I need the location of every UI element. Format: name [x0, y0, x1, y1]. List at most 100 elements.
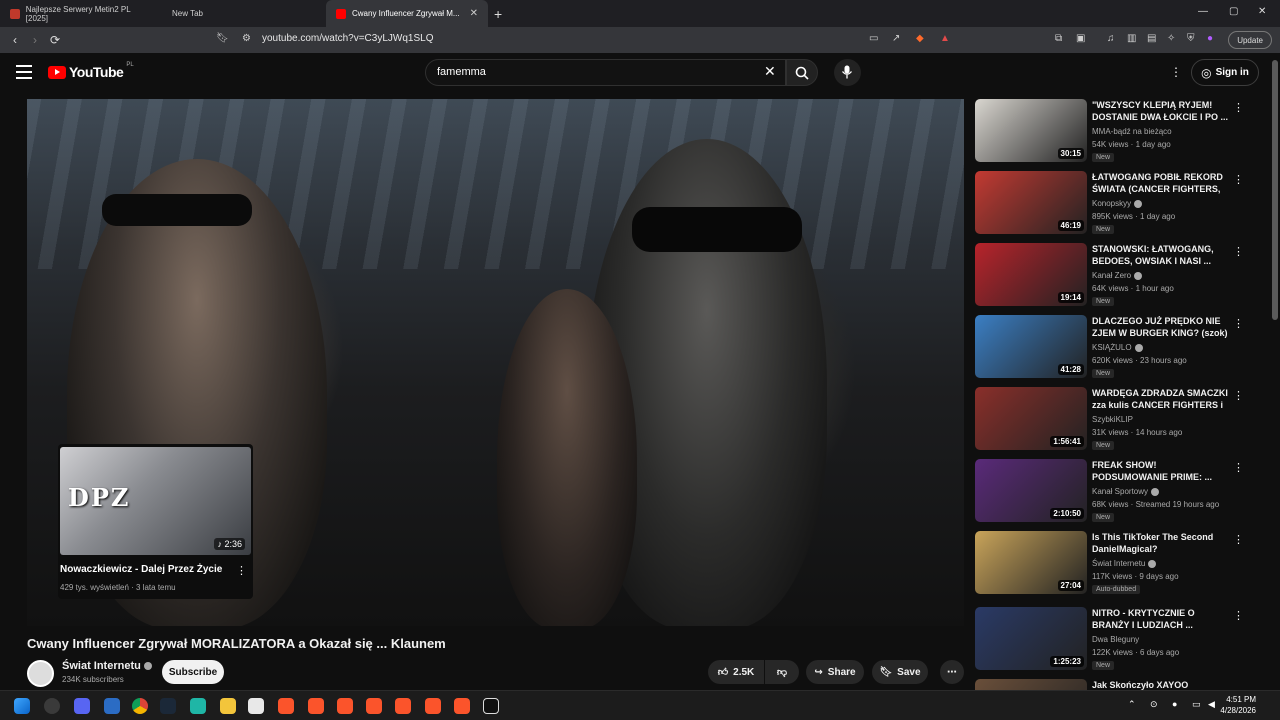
maximize-window-icon[interactable]: ▢	[1229, 6, 1238, 17]
recommended-video-card[interactable]: 30:15 "WSZYSCY KLEPIĄ RYJEM! DOSTANIE DWA…	[975, 99, 1244, 167]
recommended-video-thumbnail[interactable]: 1:25:23	[975, 607, 1087, 670]
recommended-video-thumbnail[interactable]	[975, 679, 1087, 690]
subscribe-button[interactable]: Subscribe	[162, 660, 224, 684]
recommended-video-thumbnail[interactable]: 41:28	[975, 315, 1087, 378]
brave-browser-icon[interactable]	[366, 698, 382, 714]
brave-browser-icon[interactable]	[308, 698, 324, 714]
cast-icon[interactable]: ▭	[869, 33, 878, 44]
steam-icon[interactable]	[160, 698, 176, 714]
reader-mode-icon[interactable]: ▣	[1076, 33, 1085, 44]
reload-icon[interactable]: ⟳	[45, 33, 65, 47]
bookmark-icon[interactable]: 🔖︎	[216, 33, 229, 44]
battery-icon[interactable]: ▭	[1192, 699, 1201, 710]
save-button[interactable]: 🔖︎ Save	[872, 660, 928, 684]
launcher-icon[interactable]	[190, 698, 206, 714]
teamspeak-icon[interactable]	[104, 698, 120, 714]
update-button[interactable]: Update	[1228, 31, 1272, 49]
volume-icon[interactable]: ◀︎	[1208, 699, 1215, 710]
video-kebab-icon[interactable]: ⋮	[1233, 101, 1244, 114]
brave-browser-icon[interactable]	[395, 698, 411, 714]
brave-browser-icon[interactable]	[278, 698, 294, 714]
sidebar-icon[interactable]: ▥	[1127, 33, 1136, 44]
vpn-icon[interactable]: ⛨	[1187, 33, 1195, 44]
dislike-button[interactable]: 👎︎	[765, 660, 799, 684]
back-icon[interactable]: ‹	[5, 33, 25, 47]
taskbar-clock[interactable]: 4:51 PM 4/28/2026	[1220, 694, 1256, 716]
sign-in-button[interactable]: ◎ Sign in	[1191, 59, 1259, 86]
video-kebab-icon[interactable]: ⋮	[1233, 461, 1244, 474]
brave-browser-icon[interactable]	[454, 698, 470, 714]
chrome-icon[interactable]	[132, 698, 148, 714]
end-card-kebab-icon[interactable]: ⋮	[236, 564, 247, 577]
brave-browser-icon[interactable]	[425, 698, 441, 714]
tab-youtube[interactable]: Cwany Influencer Zgrywał M... ✕	[326, 0, 488, 27]
file-explorer-icon[interactable]	[220, 698, 236, 714]
recommended-video-card[interactable]: 27:04 Is This TikToker The Second DanielM…	[975, 531, 1244, 599]
url-field[interactable]: youtube.com/watch?v=C3yLJWq1SLQ	[262, 33, 433, 44]
microphone-tray-icon[interactable]: ●	[1172, 699, 1177, 709]
voice-search-button[interactable]	[834, 59, 861, 86]
recommended-video-thumbnail[interactable]: 19:14	[975, 243, 1087, 306]
recommended-video-thumbnail[interactable]: 2:10:50	[975, 459, 1087, 522]
extensions-icon[interactable]: ⧉	[1055, 33, 1062, 44]
recommended-video-title[interactable]: "WSZYSCY KLEPIĄ RYJEM! DOSTANIE DWA ŁOKC…	[1092, 99, 1230, 123]
channel-name[interactable]: Świat Internetu	[62, 660, 152, 672]
media-icon[interactable]: ♫	[1107, 33, 1115, 44]
tray-chevron-icon[interactable]: ⌃	[1128, 699, 1136, 710]
recommended-channel-name[interactable]: MMA-bądź na bieżąco	[1092, 127, 1172, 136]
recommended-video-title[interactable]: ŁATWOGANG POBIŁ REKORD ŚWIATA (CANCER FI…	[1092, 171, 1230, 195]
recommended-video-thumbnail[interactable]: 30:15	[975, 99, 1087, 162]
site-info-icon[interactable]: ⚙︎	[242, 33, 251, 44]
video-kebab-icon[interactable]: ⋮	[1233, 173, 1244, 186]
recommended-channel-name[interactable]: KSIĄŻULO	[1092, 343, 1143, 352]
close-window-icon[interactable]: ✕	[1258, 6, 1266, 17]
recommended-video-thumbnail[interactable]: 1:56:41	[975, 387, 1087, 450]
recommended-video-card[interactable]: 46:19 ŁATWOGANG POBIŁ REKORD ŚWIATA (CANC…	[975, 171, 1244, 239]
recommended-channel-name[interactable]: Dwa Bleguny	[1092, 635, 1139, 644]
search-button[interactable]	[786, 59, 818, 86]
share-button[interactable]: ↪ Share	[806, 660, 864, 684]
wallet-icon[interactable]: ▤	[1147, 33, 1156, 44]
recommended-channel-name[interactable]: Świat Internetu	[1092, 559, 1157, 568]
network-icon[interactable]: ⊙	[1150, 699, 1158, 710]
clear-search-icon[interactable]: ✕	[764, 63, 776, 80]
recommended-video-title[interactable]: FREAK SHOW! PODSUMOWANIE PRIME: ...	[1092, 459, 1230, 483]
recommended-video-thumbnail[interactable]: 46:19	[975, 171, 1087, 234]
youtube-logo[interactable]: YouTube PL	[48, 62, 134, 80]
close-tab-icon[interactable]: ✕	[470, 8, 478, 19]
profile-icon[interactable]: ●	[1207, 33, 1213, 44]
video-player[interactable]: DPZ ♪ 2:36 Nowaczkiewicz - Dalej Przez Ż…	[27, 99, 964, 626]
share-page-icon[interactable]: ↗	[892, 33, 900, 44]
recommended-video-card[interactable]: Jak Skończyło XAYOO	[975, 679, 1235, 690]
video-kebab-icon[interactable]: ⋮	[1233, 533, 1244, 546]
recommended-video-title[interactable]: WARDĘGA ZDRADZA SMACZKI zza kulis CANCER…	[1092, 387, 1230, 411]
recommended-video-title[interactable]: NITRO - KRYTYCZNIE O BRANŻY I LUDZIACH .…	[1092, 607, 1230, 631]
recommended-video-card[interactable]: 2:10:50 FREAK SHOW! PODSUMOWANIE PRIME: .…	[975, 459, 1244, 527]
recommended-channel-name[interactable]: Kanał Sportowy	[1092, 487, 1160, 496]
windows-start-icon[interactable]	[14, 698, 30, 714]
forward-icon[interactable]: ›	[25, 33, 45, 47]
minimize-window-icon[interactable]: —	[1198, 6, 1208, 17]
recommended-channel-name[interactable]: Konopskyy	[1092, 199, 1143, 208]
leo-ai-icon[interactable]: ✧	[1167, 33, 1175, 44]
channel-avatar[interactable]	[27, 660, 54, 687]
app-icon[interactable]	[248, 698, 264, 714]
recommended-video-card[interactable]: 1:25:23 NITRO - KRYTYCZNIE O BRANŻY I LUD…	[975, 607, 1244, 675]
video-kebab-icon[interactable]: ⋮	[1233, 609, 1244, 622]
more-actions-button[interactable]: ⋯	[940, 660, 964, 684]
page-scrollbar[interactable]	[1272, 60, 1278, 320]
recommended-video-card[interactable]: 1:56:41 WARDĘGA ZDRADZA SMACZKI zza kulis…	[975, 387, 1244, 455]
video-kebab-icon[interactable]: ⋮	[1233, 245, 1244, 258]
tab-metin2[interactable]: Najlepsze Serwery Metin2 PL [2025]	[0, 0, 162, 27]
menu-icon[interactable]	[16, 65, 32, 79]
discord-icon[interactable]	[74, 698, 90, 714]
like-button[interactable]: 👍︎ 2.5K	[708, 660, 764, 684]
new-tab-plus-icon[interactable]: +	[494, 6, 502, 22]
brave-browser-icon[interactable]	[337, 698, 353, 714]
end-screen-video-card[interactable]: DPZ ♪ 2:36 Nowaczkiewicz - Dalej Przez Ż…	[58, 444, 253, 599]
recommended-video-title[interactable]: STANOWSKI: ŁATWOGANG, BEDOES, OWSIAK I N…	[1092, 243, 1230, 267]
recommended-video-title[interactable]: Jak Skończyło XAYOO	[1092, 679, 1230, 690]
settings-kebab-icon[interactable]: ⋮	[1170, 65, 1182, 79]
recommended-video-card[interactable]: 41:28 DLACZEGO JUŻ PRĘDKO NIE ZJEM W BURG…	[975, 315, 1244, 383]
capcut-icon[interactable]	[483, 698, 499, 714]
